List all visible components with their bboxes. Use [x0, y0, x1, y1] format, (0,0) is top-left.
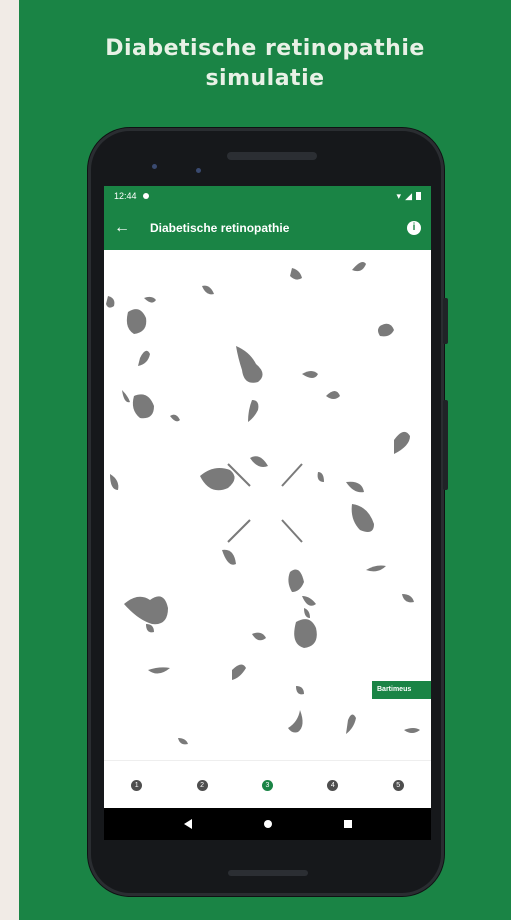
wifi-icon: ▾ [396, 190, 402, 201]
spot [290, 268, 302, 280]
spot [232, 664, 246, 680]
spot [404, 728, 420, 733]
spot [146, 624, 154, 633]
step-4-button[interactable]: 4 [327, 779, 339, 791]
crosshair-line [281, 519, 303, 543]
spot [138, 350, 150, 366]
crosshair-line [227, 519, 251, 543]
spot [317, 472, 324, 482]
info-icon[interactable]: i [407, 221, 421, 235]
spot [351, 504, 374, 532]
phone-screen: 12:44 ▾ ◢ ← Diabetische retinopathie i B… [104, 186, 431, 808]
spot [346, 714, 356, 734]
spot [248, 400, 259, 422]
spot [250, 456, 268, 467]
spot [288, 569, 304, 592]
spot [144, 296, 156, 303]
spot [378, 323, 394, 337]
spot [366, 565, 386, 572]
spot [236, 346, 263, 383]
signal-icon: ◢ [405, 190, 412, 201]
nav-back-icon[interactable] [183, 819, 192, 829]
app-bar: ← Diabetische retinopathie i [104, 206, 431, 250]
spot [148, 667, 170, 674]
spot [106, 296, 115, 308]
spot [252, 632, 266, 641]
spot [394, 431, 410, 454]
nav-home-icon[interactable] [263, 820, 272, 828]
spot [326, 391, 340, 399]
severity-step-bar: 1 2 3 4 5 [104, 760, 431, 808]
spot [222, 549, 236, 565]
spot [352, 262, 366, 272]
retinopathy-simulation-view[interactable]: Bartimeus [104, 250, 431, 760]
back-arrow-icon[interactable]: ← [114, 219, 136, 237]
focus-crosshair [227, 463, 303, 543]
spot [122, 390, 130, 403]
spot [288, 710, 303, 733]
spot [202, 285, 214, 295]
front-camera-icon [152, 164, 157, 169]
step-2-button[interactable]: 2 [196, 779, 208, 791]
phone-volume-button [443, 298, 448, 344]
app-title: Diabetische retinopathie [150, 221, 290, 235]
spot [302, 596, 316, 606]
spot [124, 596, 168, 625]
side-label[interactable]: Bartimeus [372, 681, 431, 699]
spot [294, 619, 317, 648]
spot [170, 414, 180, 422]
spot [178, 738, 188, 745]
step-5-button[interactable]: 5 [392, 779, 404, 791]
phone-chin-speaker [228, 870, 308, 876]
spot [126, 309, 147, 334]
spot [304, 608, 310, 618]
nav-recents-icon[interactable] [343, 820, 352, 828]
status-bar: 12:44 ▾ ◢ [104, 186, 431, 206]
front-sensor-icon [196, 168, 201, 173]
step-3-button[interactable]: 3 [261, 779, 273, 791]
spot [402, 594, 414, 603]
battery-icon [416, 192, 421, 200]
promo-title-line-2: simulatie [205, 66, 325, 91]
step-1-button[interactable]: 1 [131, 779, 143, 791]
crosshair-line [281, 463, 303, 487]
phone-power-button [443, 400, 448, 490]
blind-spots [106, 262, 420, 745]
system-navigation-bar [104, 808, 431, 840]
promo-title: Diabetische retinopathie simulatie [19, 34, 511, 94]
phone-earpiece [227, 152, 317, 160]
spot [346, 481, 364, 493]
spot [296, 686, 304, 695]
notification-icon [142, 193, 149, 199]
promo-title-line-1: Diabetische retinopathie [105, 36, 425, 61]
spot [110, 474, 119, 490]
spot [132, 394, 154, 419]
status-time: 12:44 [114, 191, 137, 201]
spot [302, 371, 318, 378]
spot [200, 468, 235, 491]
